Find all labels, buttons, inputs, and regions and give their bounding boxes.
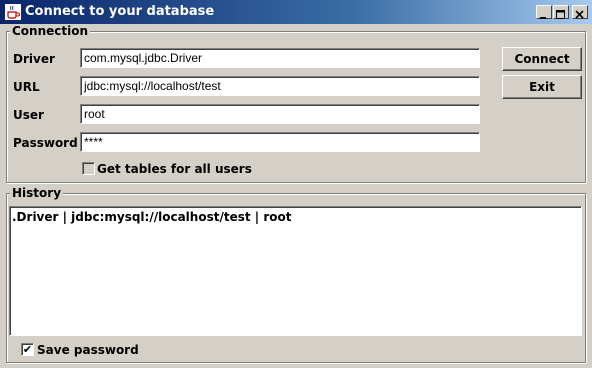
minimize-icon — [540, 17, 546, 19]
password-field[interactable]: **** — [80, 132, 480, 152]
title-bar[interactable]: Connect to your database — [0, 0, 592, 24]
url-label: URL — [13, 80, 40, 94]
all-users-label[interactable]: Get tables for all users — [97, 161, 252, 177]
connect-button[interactable]: Connect — [502, 47, 582, 71]
connect-dialog: Connect to your database Connection Driv… — [0, 0, 592, 368]
maximize-button[interactable] — [553, 5, 569, 19]
driver-label: Driver — [13, 52, 55, 66]
maximize-icon — [556, 10, 565, 19]
connection-legend: Connection — [10, 24, 91, 38]
user-label: User — [13, 108, 44, 122]
history-list[interactable]: .Driver | jdbc:mysql://localhost/test | … — [9, 206, 582, 336]
window-title: Connect to your database — [25, 4, 215, 19]
save-password-label[interactable]: Save password — [37, 342, 139, 358]
save-password-checkbox[interactable]: ✔ — [21, 343, 34, 356]
exit-button[interactable]: Exit — [502, 75, 582, 99]
driver-field[interactable]: com.mysql.jdbc.Driver — [80, 48, 480, 68]
user-field[interactable]: root — [80, 104, 480, 124]
close-button[interactable] — [572, 5, 588, 19]
close-icon — [575, 10, 584, 19]
checkmark-icon: ✔ — [22, 343, 33, 356]
history-entry[interactable]: .Driver | jdbc:mysql://localhost/test | … — [12, 210, 579, 224]
history-legend: History — [10, 186, 64, 200]
url-field[interactable]: jdbc:mysql://localhost/test — [80, 76, 480, 96]
all-users-checkbox[interactable] — [82, 162, 95, 175]
java-coffee-cup-icon — [5, 4, 21, 20]
minimize-button[interactable] — [536, 5, 552, 19]
password-label: Password — [13, 136, 78, 150]
